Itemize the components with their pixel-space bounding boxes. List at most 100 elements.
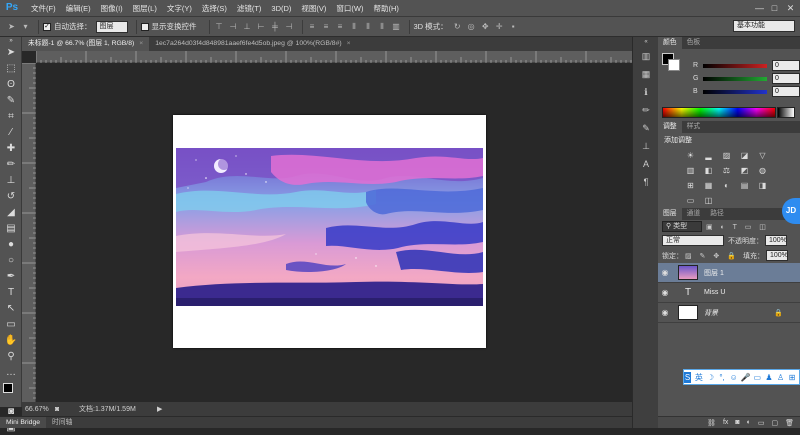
3d-rotate-icon[interactable]: ↻ — [452, 21, 463, 32]
distribute-bottom-icon[interactable]: ≡ — [335, 21, 346, 32]
group-icon[interactable]: ▭ — [758, 419, 765, 427]
slider-track-g[interactable] — [703, 76, 767, 81]
posterize-icon[interactable]: ▤ — [738, 180, 751, 191]
status-menu-arrow-icon[interactable]: ▶ — [157, 405, 162, 413]
tab-jpeg[interactable]: 1ec7a264d03f4d848981aaef6fe4d5ob.jpeg @ … — [149, 37, 356, 51]
tab-layers[interactable]: 图层 — [658, 208, 682, 220]
close-icon[interactable]: × — [347, 40, 351, 47]
hand-tool-icon[interactable]: ✋ — [2, 333, 20, 348]
moon-icon[interactable]: ☽ — [706, 372, 716, 383]
emoji-icon[interactable]: ☺ — [729, 372, 739, 383]
menu-help[interactable]: 帮助(H) — [369, 0, 404, 17]
menu-select[interactable]: 选择(S) — [197, 0, 232, 17]
tab-untitled-1[interactable]: 未标题-1 @ 66.7% (图层 1, RGB/8) × — [22, 37, 150, 51]
menu-layer[interactable]: 图层(L) — [128, 0, 162, 17]
paragraph-panel-icon[interactable]: ¶ — [638, 175, 654, 189]
gradient-tool-icon[interactable]: ▤ — [2, 221, 20, 236]
gradient-map-icon[interactable]: ▭ — [684, 195, 697, 206]
delete-icon[interactable]: 🗑 — [785, 419, 794, 427]
3d-roll-icon[interactable]: ◎ — [466, 21, 477, 32]
tab-paths[interactable]: 路径 — [705, 208, 729, 220]
zoom-level[interactable]: 66.67% — [25, 406, 55, 413]
layer-row[interactable]: ◉ T Miss U — [658, 283, 800, 303]
lock-icons[interactable]: ▨ ✎ ✥ 🔒 — [685, 252, 743, 260]
align-vcenter-icon[interactable]: ⊣ — [228, 21, 239, 32]
tab-channels[interactable]: 通道 — [682, 208, 706, 220]
auto-select-checkbox[interactable]: ✓ — [43, 22, 51, 31]
3d-slide-icon[interactable]: ✛ — [494, 21, 505, 32]
distribute-right-icon[interactable]: ⦀ — [377, 21, 388, 32]
tab-adjustments[interactable]: 调整 — [658, 121, 682, 133]
distribute-hcenter-icon[interactable]: ⦀ — [363, 21, 374, 32]
slider-value-g[interactable]: 0 — [772, 73, 800, 84]
eyedropper-tool-icon[interactable]: ⁄ — [2, 125, 20, 140]
document-canvas[interactable] — [173, 115, 486, 348]
shape-tool-icon[interactable]: ▭ — [2, 317, 20, 332]
auto-select-dropdown[interactable]: 图层 — [95, 20, 128, 33]
close-button[interactable]: ✕ — [784, 2, 797, 14]
layer-row[interactable]: ◉ 图层 1 — [658, 263, 800, 283]
foreground-color[interactable] — [3, 383, 13, 393]
layer-row[interactable]: ◉ 背景 🔒 — [658, 303, 800, 323]
restore-button[interactable]: □ — [768, 2, 781, 14]
lasso-tool-icon[interactable]: ʘ — [2, 77, 20, 92]
more-tools-icon[interactable]: … — [2, 365, 20, 380]
tab-mini-bridge[interactable]: Mini Bridge — [0, 417, 46, 428]
grid-icon[interactable]: ⊞ — [787, 372, 797, 383]
eye-icon[interactable]: ◉ — [658, 308, 672, 317]
blur-tool-icon[interactable]: ● — [2, 237, 20, 252]
crop-tool-icon[interactable]: ⌗ — [2, 109, 20, 124]
brush-panel-icon[interactable]: ✏ — [638, 103, 654, 117]
link-icon[interactable]: ⛓ — [707, 419, 716, 427]
path-select-tool-icon[interactable]: ↖ — [2, 301, 20, 316]
layer-filter-icons[interactable]: ▣ ◐ T ▭ ◫ — [706, 223, 769, 231]
layer-name[interactable]: 背景 — [704, 308, 774, 318]
vertical-ruler[interactable] — [22, 62, 36, 402]
slider-r[interactable]: R 0 — [658, 59, 800, 72]
move-tool-preset-icon[interactable]: ➤ — [6, 21, 17, 32]
skin-icon[interactable]: ♟ — [764, 372, 774, 383]
tab-timeline[interactable]: 时间轴 — [46, 417, 78, 428]
triangle-icon[interactable]: ▽ — [756, 150, 769, 161]
strip-grip-icon[interactable]: « — [638, 39, 654, 45]
dodge-tool-icon[interactable]: ○ — [2, 253, 20, 268]
history-brush-tool-icon[interactable]: ↺ — [2, 189, 20, 204]
info-panel-icon[interactable]: ℹ — [638, 85, 654, 99]
history-panel-icon[interactable]: ▥ — [638, 49, 654, 63]
voice-icon[interactable]: 🎤 — [741, 372, 751, 383]
align-left-icon[interactable]: ⊢ — [256, 21, 267, 32]
auto-align-icon[interactable]: ▥ — [391, 21, 402, 32]
menu-file[interactable]: 文件(F) — [26, 0, 61, 17]
eye-icon[interactable]: ◉ — [658, 288, 672, 297]
invert-icon[interactable]: ◐ — [720, 180, 733, 191]
zoom-tool-icon[interactable]: ⚲ — [2, 349, 20, 364]
slider-g[interactable]: G 0 — [658, 72, 800, 85]
distribute-vcenter-icon[interactable]: ≡ — [321, 21, 332, 32]
clone-source-icon[interactable]: ⊥ — [638, 139, 654, 153]
menu-filter[interactable]: 滤镜(T) — [232, 0, 267, 17]
curves-icon[interactable]: ▨ — [720, 150, 733, 161]
fill-input[interactable]: 100% — [766, 250, 788, 261]
layer-filter-dropdown[interactable]: ⚲ 类型 — [662, 221, 702, 232]
3d-scale-icon[interactable]: ▪ — [508, 21, 519, 32]
tab-swatches[interactable]: 色板 — [682, 37, 706, 49]
menu-type[interactable]: 文字(Y) — [162, 0, 197, 17]
adjustment-layer-icon[interactable]: ◐ — [747, 419, 751, 426]
opacity-input[interactable]: 100% — [765, 235, 787, 246]
menu-view[interactable]: 视图(V) — [296, 0, 331, 17]
align-top-icon[interactable]: ⊤ — [214, 21, 225, 32]
align-bottom-icon[interactable]: ⊥ — [242, 21, 253, 32]
align-hcenter-icon[interactable]: ╪ — [270, 21, 281, 32]
slider-b[interactable]: B 0 — [658, 85, 800, 98]
eraser-tool-icon[interactable]: ◢ — [2, 205, 20, 220]
menu-edit[interactable]: 编辑(E) — [61, 0, 96, 17]
mask-icon[interactable]: ◙ — [735, 419, 739, 426]
quick-select-tool-icon[interactable]: ✎ — [2, 93, 20, 108]
hue-icon[interactable]: ◧ — [702, 165, 715, 176]
canvas-area[interactable] — [36, 63, 632, 402]
exposure-icon[interactable]: ◪ — [738, 150, 751, 161]
menu-window[interactable]: 窗口(W) — [331, 0, 368, 17]
eye-icon[interactable]: ◉ — [658, 268, 672, 277]
distribute-top-icon[interactable]: ≡ — [307, 21, 318, 32]
stamp-tool-icon[interactable]: ⊥ — [2, 173, 20, 188]
